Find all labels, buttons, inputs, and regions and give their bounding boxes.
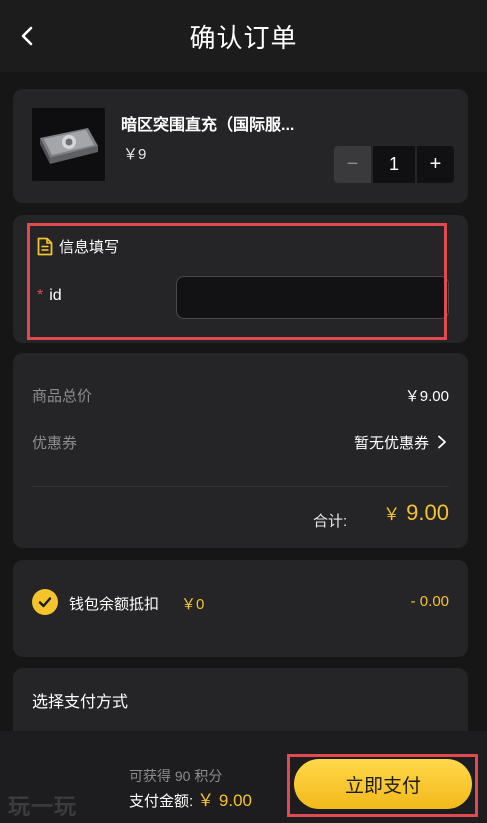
subtotal-label: 合计: — [313, 513, 348, 530]
subtotal-value: ￥ 9.00 — [383, 500, 449, 526]
page-title: 确认订单 — [189, 23, 298, 53]
id-input[interactable] — [176, 276, 449, 319]
total-price-value: ￥9.00 — [404, 388, 449, 405]
quantity-value[interactable]: 1 — [373, 146, 415, 183]
wallet-label: 钱包余额抵扣 — [69, 596, 160, 613]
check-circle-icon[interactable] — [32, 589, 58, 615]
divider — [32, 486, 449, 487]
product-price: ￥9 — [123, 146, 147, 163]
pay-amount: 支付金额: ￥ 9.00 — [129, 786, 252, 811]
info-title: 信息填写 — [59, 239, 120, 256]
coupon-value[interactable]: 暂无优惠券 — [354, 432, 429, 453]
increase-button[interactable]: + — [417, 146, 454, 183]
info-card: 信息填写 * id — [13, 215, 468, 343]
logo: 玩一玩 — [8, 794, 78, 819]
header-bar: 确认订单 — [0, 0, 487, 72]
product-card: 暗区突围直充（国际服... ￥9 − 1 + — [13, 89, 468, 203]
total-price-label: 商品总价 — [32, 388, 93, 405]
pay-amount-label: 支付金额: — [129, 793, 194, 810]
info-title-row: 信息填写 — [37, 236, 119, 257]
summary-card: 商品总价 ￥9.00 优惠券 暂无优惠券 合计: ￥ 9.00 — [13, 353, 468, 548]
wallet-balance: ￥0 — [181, 596, 205, 613]
subtotal-amount: 9.00 — [406, 500, 449, 525]
wallet-card: 钱包余额抵扣 ￥0 - 0.00 — [13, 560, 468, 657]
subtotal-currency: ￥ — [383, 505, 401, 524]
payment-method-title: 选择支付方式 — [32, 694, 129, 711]
pay-amount-value: ￥ 9.00 — [197, 791, 252, 810]
product-name: 暗区突围直充（国际服... — [121, 117, 295, 134]
coupon-label: 优惠券 — [32, 435, 78, 452]
quantity-stepper: − 1 + — [334, 146, 458, 183]
id-label-text: id — [49, 287, 62, 304]
pay-now-button[interactable]: 立即支付 — [294, 759, 472, 809]
decrease-button[interactable]: − — [334, 146, 371, 183]
wallet-deduct: - 0.00 — [410, 593, 449, 610]
product-thumbnail — [32, 108, 105, 181]
document-icon — [37, 237, 53, 256]
required-mark: * — [37, 287, 44, 304]
id-label: * id — [37, 287, 62, 305]
chevron-right-icon[interactable] — [437, 435, 447, 449]
product-image-icon — [32, 108, 105, 181]
points-text: 可获得 90 积分 — [129, 768, 223, 784]
